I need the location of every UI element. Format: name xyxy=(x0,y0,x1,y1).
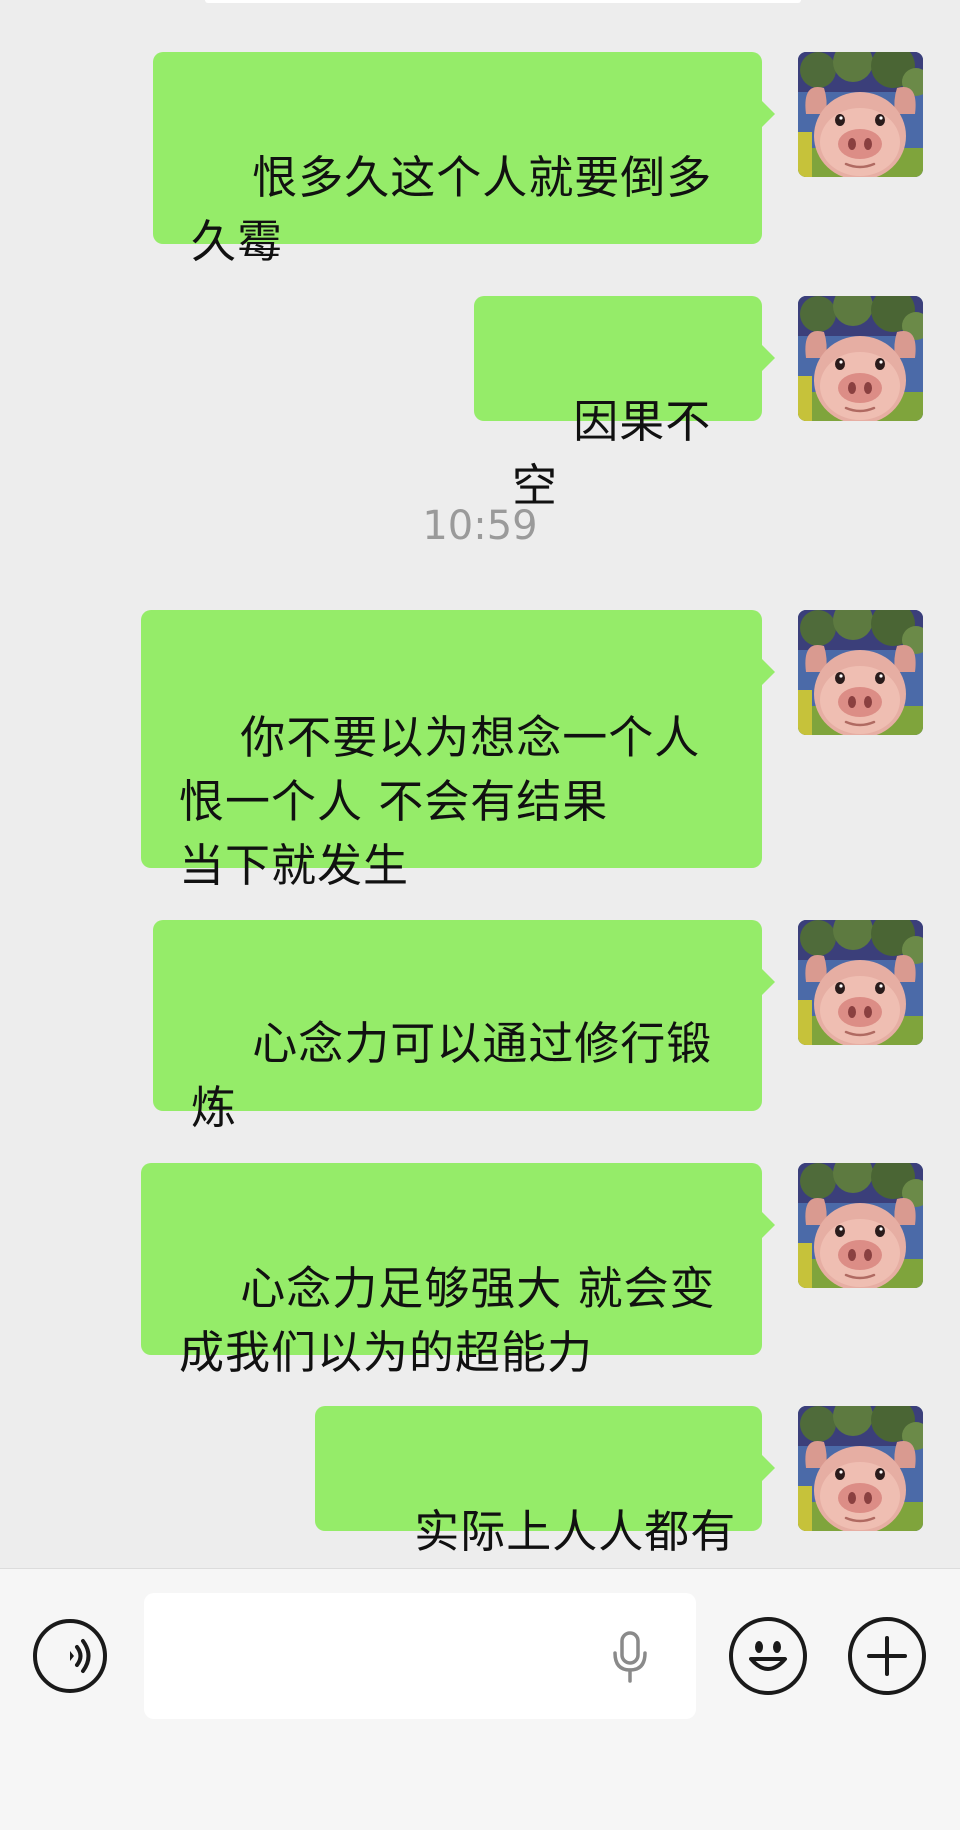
avatar[interactable] xyxy=(798,920,923,1045)
bubble-tail xyxy=(761,344,775,372)
message-bubble[interactable]: 恨多久这个人就要倒多 久霉 xyxy=(153,52,762,268)
bubble-tail xyxy=(761,968,775,996)
pig-avatar-icon xyxy=(798,920,923,1045)
message-bubble[interactable]: 实际上人人都有 xyxy=(315,1406,762,1558)
message-row: 实际上人人都有 xyxy=(0,1406,960,1558)
message-text: 恨多久这个人就要倒多 久霉 xyxy=(191,151,713,268)
bubble-tail xyxy=(761,1454,775,1482)
bubble-tail xyxy=(761,658,775,686)
pig-avatar-icon xyxy=(798,1406,923,1531)
message-timestamp: 10:59 xyxy=(422,503,538,549)
emoji-icon xyxy=(749,1641,787,1671)
bubble-tail xyxy=(761,1211,775,1239)
message-input[interactable] xyxy=(144,1593,696,1719)
message-row: 恨多久这个人就要倒多 久霉 xyxy=(0,52,960,268)
avatar[interactable] xyxy=(798,610,923,735)
message-text: 因果不空 xyxy=(512,395,712,512)
message-bubble[interactable]: 心念力足够强大 就会变 成我们以为的超能力 xyxy=(141,1163,762,1379)
avatar[interactable] xyxy=(798,52,923,177)
pig-avatar-icon xyxy=(798,296,923,421)
message-row: 你不要以为想念一个人 恨一个人 不会有结果 当下就发生 xyxy=(0,610,960,892)
message-row: 心念力可以通过修行锻 炼 xyxy=(0,920,960,1134)
message-row: 因果不空 xyxy=(0,296,960,512)
pig-avatar-icon xyxy=(798,610,923,735)
pig-avatar-icon xyxy=(798,1163,923,1288)
pig-avatar-icon xyxy=(798,52,923,177)
avatar[interactable] xyxy=(798,1163,923,1288)
more-options-button[interactable] xyxy=(848,1617,926,1695)
plus-icon xyxy=(867,1636,907,1676)
message-bubble[interactable]: 因果不空 xyxy=(474,296,762,512)
previous-message-edge xyxy=(205,0,801,3)
message-bubble[interactable]: 你不要以为想念一个人 恨一个人 不会有结果 当下就发生 xyxy=(141,610,762,892)
avatar[interactable] xyxy=(798,1406,923,1531)
avatar[interactable] xyxy=(798,296,923,421)
bubble-tail xyxy=(761,100,775,128)
voice-mode-button[interactable] xyxy=(33,1619,107,1693)
emoji-button[interactable] xyxy=(729,1617,807,1695)
microphone-icon[interactable] xyxy=(608,1629,652,1685)
message-text: 心念力可以通过修行锻 炼 xyxy=(191,1017,713,1134)
voice-mode-icon xyxy=(70,1639,91,1673)
message-text: 你不要以为想念一个人 恨一个人 不会有结果 当下就发生 xyxy=(179,711,701,892)
message-row: 心念力足够强大 就会变 成我们以为的超能力 xyxy=(0,1163,960,1379)
message-text: 心念力足够强大 就会变 成我们以为的超能力 xyxy=(179,1262,716,1379)
message-bubble[interactable]: 心念力可以通过修行锻 炼 xyxy=(153,920,762,1134)
message-text: 实际上人人都有 xyxy=(414,1505,737,1558)
chat-input-bar xyxy=(0,1568,960,1830)
